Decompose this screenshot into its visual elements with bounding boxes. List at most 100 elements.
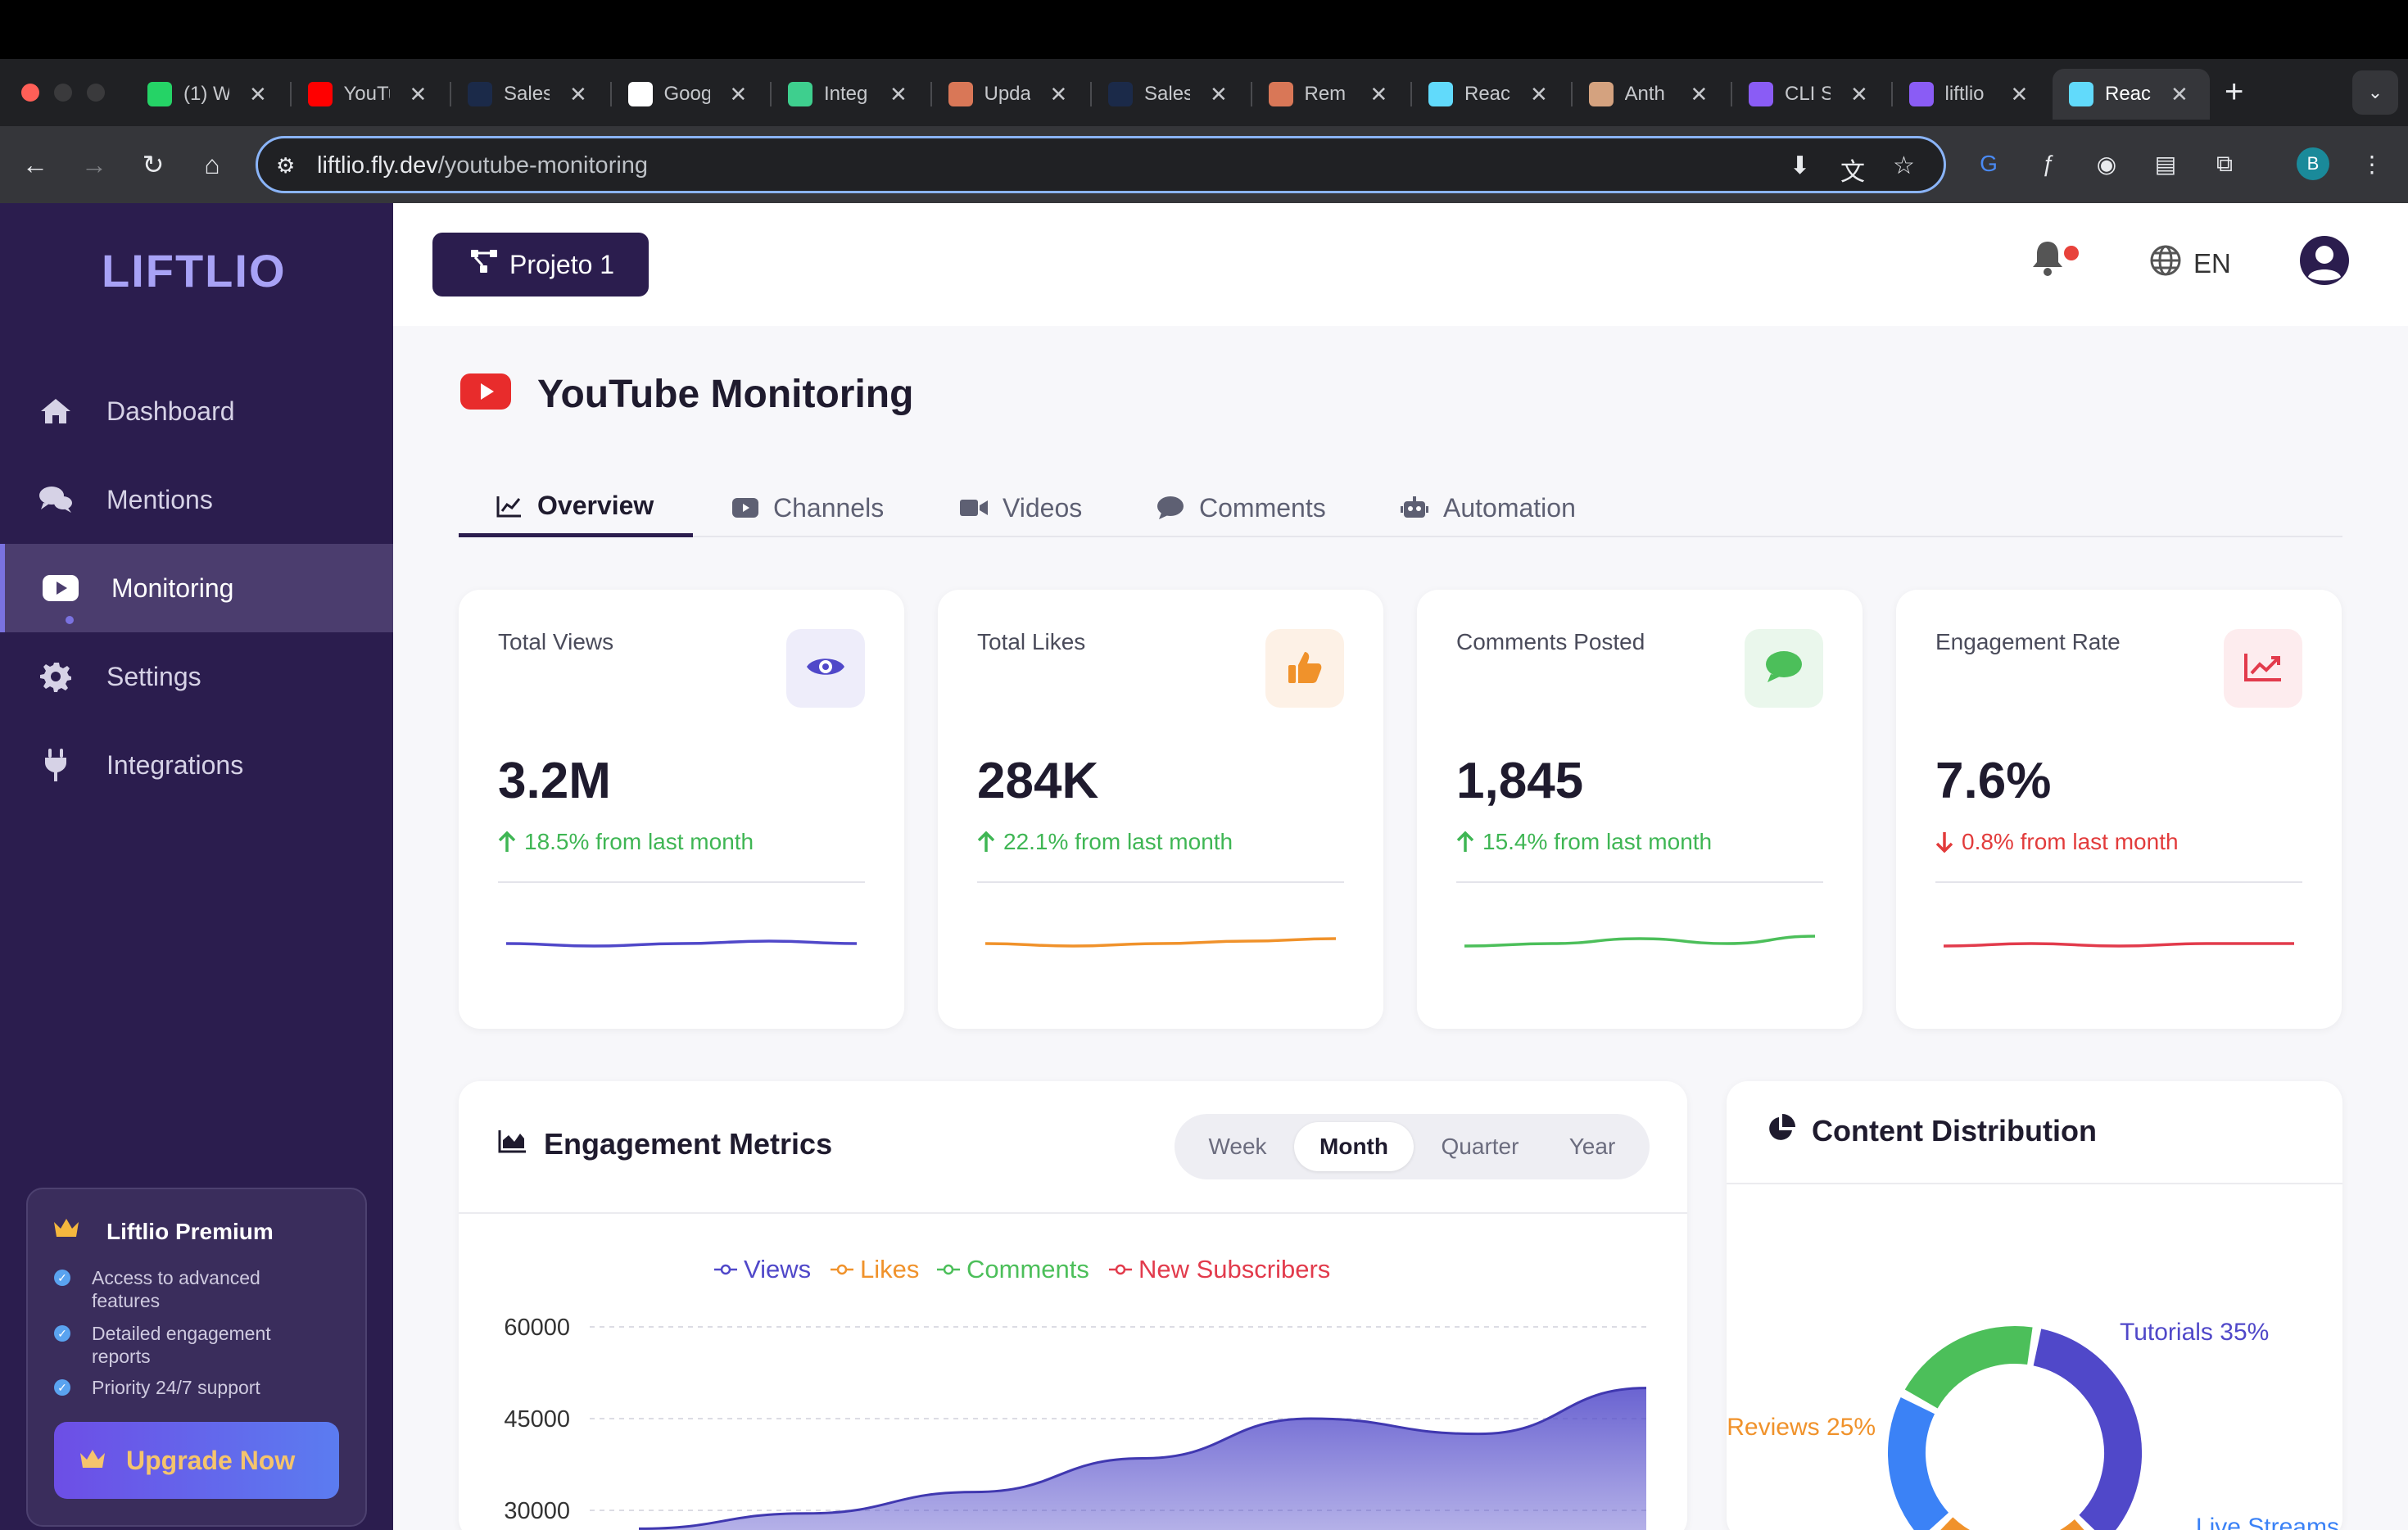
donut-slice[interactable] <box>1888 1397 1949 1530</box>
browser-tab[interactable]: YouTu ✕ <box>292 69 449 120</box>
tab-videos[interactable]: Videos <box>960 478 1082 537</box>
whatsapp-icon <box>147 82 172 106</box>
y-tick-label: 45000 <box>504 1406 570 1433</box>
tab-overview[interactable]: Overview <box>459 478 693 537</box>
sidebar-item-dashboard[interactable]: Dashboard <box>0 367 393 455</box>
tab-comments[interactable]: Comments <box>1156 478 1326 537</box>
forward-button[interactable]: → <box>75 146 113 183</box>
donut-slice[interactable] <box>1904 1326 2033 1410</box>
browser-tab[interactable]: Reac ✕ <box>2053 69 2210 120</box>
stat-label: Total Likes <box>977 629 1086 654</box>
project-selector-button[interactable]: Projeto 1 <box>432 233 649 296</box>
close-tab-icon[interactable]: ✕ <box>1530 82 1548 107</box>
sidebar-item-label: Mentions <box>106 484 213 514</box>
upgrade-now-button[interactable]: Upgrade Now <box>54 1422 339 1499</box>
stat-value: 7.6% <box>1935 753 2052 809</box>
close-tab-icon[interactable]: ✕ <box>1050 82 1068 107</box>
browser-tab[interactable]: liftlio ✕ <box>1893 69 2050 120</box>
close-tab-icon[interactable]: ✕ <box>1850 82 1868 107</box>
sparkline-path <box>984 937 1337 948</box>
notifications-bell-icon[interactable] <box>2030 239 2066 281</box>
close-window-button[interactable] <box>21 84 39 102</box>
extensions-puzzle-icon[interactable]: ⧉ <box>2208 147 2241 180</box>
browser-tab[interactable]: Upda ✕ <box>932 69 1089 120</box>
close-tab-icon[interactable]: ✕ <box>569 82 587 107</box>
browser-tab[interactable]: Integ ✕ <box>772 69 929 120</box>
stat-change: 18.5% from last month <box>498 829 754 855</box>
legend-item-views[interactable]: Views <box>714 1255 811 1283</box>
language-selector[interactable]: EN <box>2149 244 2231 283</box>
browser-tab[interactable]: Sales ✕ <box>1092 69 1249 120</box>
sidebar-item-integrations[interactable]: Integrations <box>0 721 393 809</box>
print-extension-icon[interactable]: ▤ <box>2149 147 2182 180</box>
maximize-window-button[interactable] <box>87 84 105 102</box>
sidebar-item-monitoring[interactable]: Monitoring <box>0 544 393 632</box>
formula-extension-icon[interactable]: ƒ <box>2031 147 2064 180</box>
stat-card-total-likes: Total Likes 284K 22.1% from last month <box>938 590 1383 1029</box>
period-week-button[interactable]: Week <box>1184 1122 1291 1171</box>
close-tab-icon[interactable]: ✕ <box>730 82 748 107</box>
app-logo[interactable]: LIFTLIO <box>102 244 287 297</box>
period-quarter-button[interactable]: Quarter <box>1420 1122 1540 1171</box>
back-button[interactable]: ← <box>16 146 54 183</box>
arrow-up-icon <box>498 831 516 853</box>
tab-search-button[interactable]: ⌄ <box>2352 70 2398 115</box>
browser-tab[interactable]: (1) W ✕ <box>131 69 288 120</box>
legend-item-new-subscribers[interactable]: New Subscribers <box>1109 1255 1330 1283</box>
sparkline <box>984 937 1337 948</box>
site-settings-icon[interactable]: ⚙ <box>276 153 295 179</box>
legend-item-comments[interactable]: Comments <box>937 1255 1089 1283</box>
browser-tab[interactable]: Rem ✕ <box>1252 69 1410 120</box>
globe-icon <box>468 82 492 106</box>
sidebar-item-mentions[interactable]: Mentions <box>0 455 393 544</box>
sidebar-item-settings[interactable]: Settings <box>0 632 393 721</box>
home-button[interactable]: ⌂ <box>193 146 231 183</box>
donut-slice[interactable] <box>2033 1329 2142 1530</box>
address-bar[interactable]: ⚙ liftlio.fly.dev/youtube-monitoring ⬇ 文… <box>256 136 1946 193</box>
close-tab-icon[interactable]: ✕ <box>2170 82 2188 107</box>
close-tab-icon[interactable]: ✕ <box>249 82 267 107</box>
browser-menu-icon[interactable]: ⋮ <box>2356 147 2388 180</box>
profile-avatar[interactable]: B <box>2297 147 2329 180</box>
browser-tab[interactable]: Reac ✕ <box>1412 69 1569 120</box>
bookmark-star-icon[interactable]: ☆ <box>1893 152 1915 180</box>
y-tick-label: 30000 <box>504 1498 570 1524</box>
legend-marker <box>836 1264 848 1275</box>
translate-icon[interactable]: 文 <box>1840 152 1865 188</box>
browser-tab[interactable]: Goog ✕ <box>612 69 769 120</box>
user-avatar-icon[interactable] <box>2298 234 2351 291</box>
shield-icon <box>1908 82 1934 106</box>
url-text[interactable]: liftlio.fly.dev/youtube-monitoring <box>317 152 648 179</box>
new-tab-button[interactable]: + <box>2225 74 2243 111</box>
stat-label: Engagement Rate <box>1935 629 2121 654</box>
system-menu-bar <box>0 0 2408 59</box>
legend-item-likes[interactable]: Likes <box>831 1255 919 1283</box>
close-tab-icon[interactable]: ✕ <box>2011 82 2029 107</box>
browser-tab[interactable]: Anth ✕ <box>1573 69 1730 120</box>
period-month-button[interactable]: Month <box>1294 1122 1414 1171</box>
stat-change: 15.4% from last month <box>1456 829 1712 855</box>
minimize-window-button[interactable] <box>54 84 72 102</box>
close-tab-icon[interactable]: ✕ <box>410 82 428 107</box>
period-year-button[interactable]: Year <box>1543 1122 1641 1171</box>
close-tab-icon[interactable]: ✕ <box>1210 82 1228 107</box>
tab-title: Anth <box>1624 83 1665 105</box>
premium-feature: ✓ Priority 24/7 support <box>54 1376 313 1399</box>
tab-automation[interactable]: Automation <box>1401 478 1576 537</box>
tab-channels[interactable]: Channels <box>732 478 884 537</box>
close-tab-icon[interactable]: ✕ <box>889 82 908 107</box>
content-distribution-title: Content Distribution <box>1812 1114 2097 1148</box>
donut-slice-label: Reviews 25% <box>1727 1414 1876 1441</box>
stat-change: 0.8% from last month <box>1935 829 2179 855</box>
close-tab-icon[interactable]: ✕ <box>1370 82 1388 107</box>
install-app-icon[interactable]: ⬇ <box>1790 152 1810 180</box>
globe-icon <box>1108 82 1133 106</box>
translate-extension-icon[interactable]: G <box>1972 147 2005 180</box>
app-header: Projeto 1 EN <box>393 203 2408 326</box>
reload-button[interactable]: ↻ <box>134 146 172 183</box>
browser-tab[interactable]: CLI S ✕ <box>1732 69 1890 120</box>
close-tab-icon[interactable]: ✕ <box>1691 82 1709 107</box>
camera-extension-icon[interactable]: ◉ <box>2090 147 2123 180</box>
tab-title: Rem <box>1304 83 1347 105</box>
browser-tab[interactable]: Sales ✕ <box>451 69 609 120</box>
